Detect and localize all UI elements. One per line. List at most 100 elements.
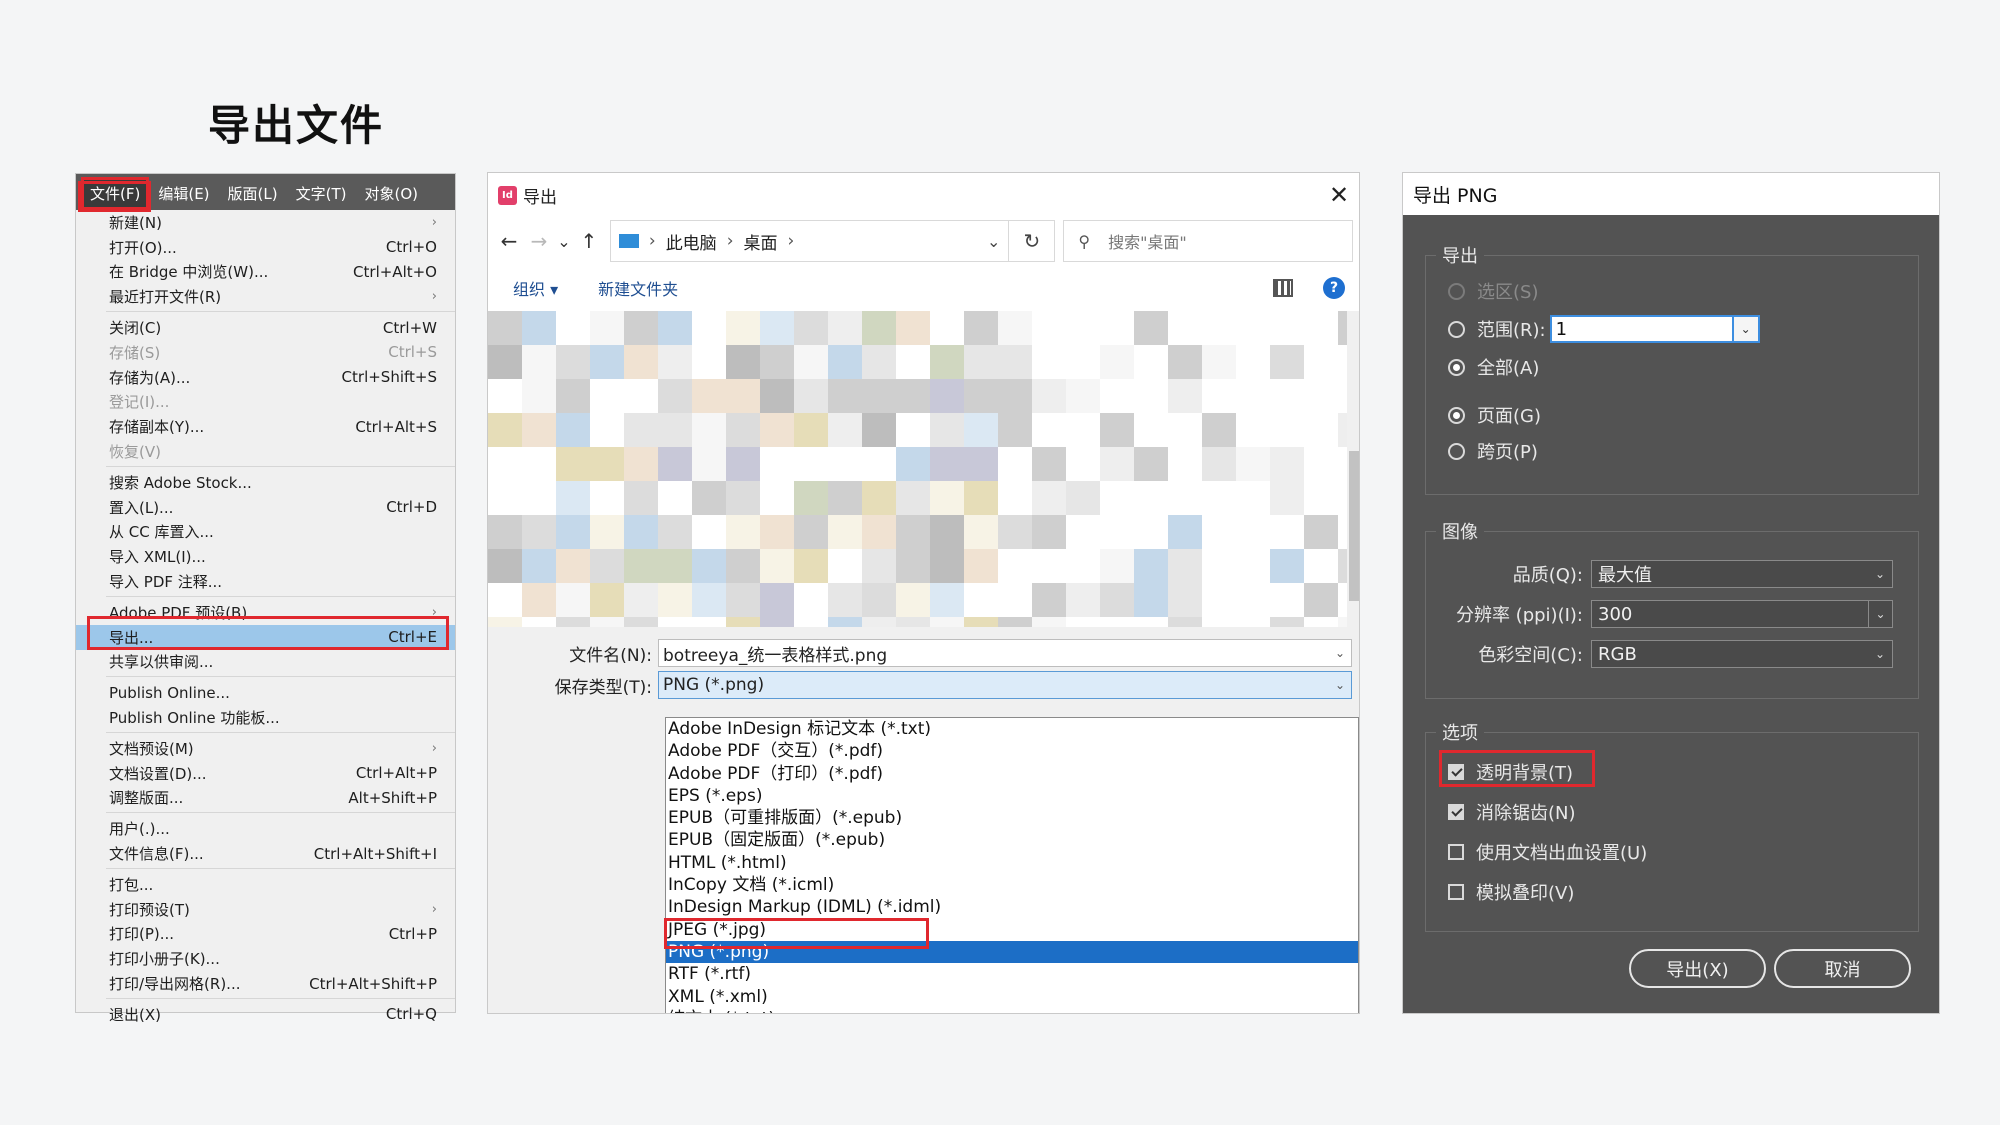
save-type-option[interactable]: JPEG (*.jpg) [666,919,1358,941]
menu-item[interactable]: 在 Bridge 中浏览(W)... Ctrl+Alt+O [76,260,455,285]
pages-radio[interactable] [1448,406,1465,424]
range-radio[interactable] [1448,320,1465,338]
use-bleed-row[interactable]: 使用文档出血设置(U) [1448,839,1647,865]
vertical-scrollbar[interactable] [1347,311,1359,627]
menu-item[interactable]: 从 CC 库置入... [76,520,455,545]
save-type-option[interactable]: EPS (*.eps) [666,785,1358,807]
menu-item[interactable]: 打印/导出网格(R)... Ctrl+Alt+Shift+P [76,971,455,996]
use-bleed-checkbox[interactable] [1448,844,1464,860]
filename-dropdown-icon[interactable]: ⌄ [1329,646,1351,660]
menubar-item[interactable]: 版面(L) [219,183,287,210]
menu-item[interactable]: 登记(I)... [76,390,455,415]
save-type-option[interactable]: RTF (*.rtf) [666,963,1358,985]
address-bar[interactable]: › 此电脑 › 桌面 › ⌄ [609,220,1010,262]
help-icon[interactable]: ? [1323,277,1345,299]
menu-item[interactable]: 打印预设(T) › [76,897,455,922]
range-dropdown-icon[interactable]: ⌄ [1733,315,1760,343]
spreads-radio-row[interactable]: 跨页(P) [1448,438,1538,464]
quality-select[interactable]: 最大值 ⌄ [1591,560,1893,588]
save-type-option[interactable]: EPUB（可重排版面）(*.epub) [666,807,1358,829]
selection-radio-row[interactable]: 选区(S) [1448,278,1538,304]
menu-item[interactable]: 打印(P)... Ctrl+P [76,922,455,947]
menu-item[interactable]: 置入(L)... Ctrl+D [76,495,455,520]
menu-item[interactable]: 退出(X) Ctrl+Q [76,1002,455,1027]
menubar-item[interactable]: 文字(T) [287,183,356,210]
menu-item[interactable]: Publish Online 功能板... [76,705,455,730]
simulate-overprint-row[interactable]: 模拟叠印(V) [1448,879,1574,905]
save-type-option[interactable]: XML (*.xml) [666,986,1358,1008]
cancel-button[interactable]: 取消 [1774,949,1911,988]
menu-item[interactable]: Adobe PDF 预设(B) › [76,600,455,625]
simulate-overprint-checkbox[interactable] [1448,884,1464,900]
menubar-item[interactable]: 文件(F) [81,177,150,210]
menubar-item[interactable]: 对象(O) [355,183,427,210]
new-folder-button[interactable]: 新建文件夹 [598,276,678,300]
menu-item[interactable]: 导入 PDF 注释... [76,569,455,594]
menu-item[interactable]: 打包... [76,872,455,897]
filename-input[interactable]: botreeya_统一表格样式.png ⌄ [658,639,1352,667]
menu-item[interactable]: 导入 XML(I)... [76,544,455,569]
menu-item[interactable]: 存储(S) Ctrl+S [76,340,455,365]
recent-locations-chevron-icon[interactable]: ⌄ [554,232,574,251]
menu-item[interactable]: 恢复(V) [76,439,455,464]
view-options-icon[interactable] [1273,279,1293,297]
colorspace-select[interactable]: RGB ⌄ [1591,640,1893,668]
save-type-option[interactable]: Adobe PDF（打印）(*.pdf) [666,763,1358,785]
save-type-option[interactable]: PNG (*.png) [666,940,1358,964]
menu-item[interactable]: 导出... Ctrl+E [76,624,455,650]
all-radio-row[interactable]: 全部(A) [1448,354,1539,380]
menu-item[interactable]: 调整版面... Alt+Shift+P [76,786,455,811]
spreads-radio[interactable] [1448,442,1465,460]
range-radio-row[interactable]: 范围(R): 1 ⌄ [1448,315,1760,343]
menu-item[interactable]: 存储副本(Y)... Ctrl+Alt+S [76,414,455,439]
menu-item[interactable]: 关闭(C) Ctrl+W [76,315,455,340]
close-icon[interactable]: ✕ [1319,181,1359,209]
antialias-checkbox[interactable] [1448,804,1464,820]
pages-radio-row[interactable]: 页面(G) [1448,402,1541,428]
menu-item[interactable]: 搜索 Adobe Stock... [76,470,455,495]
scrollbar-thumb[interactable] [1349,451,1359,601]
menu-item[interactable]: 文件信息(F)... Ctrl+Alt+Shift+I [76,841,455,866]
menu-item-label: 存储(S) [109,343,161,362]
search-input[interactable]: ⚲ 搜索"桌面" [1063,220,1353,262]
save-type-dropdown-icon[interactable]: ⌄ [1329,678,1351,692]
menu-item[interactable]: 共享以供审阅... [76,650,455,675]
save-type-option[interactable]: InDesign Markup (IDML) (*.idml) [666,896,1358,918]
menu-item[interactable]: Publish Online... [76,680,455,705]
save-type-option[interactable]: 纯文本 (*.txt) [666,1008,1358,1013]
menu-item[interactable]: 打印小册子(K)... [76,946,455,971]
menu-item[interactable]: 新建(N) › [76,210,455,235]
transparent-bg-row[interactable]: 透明背景(T) [1448,759,1573,785]
menu-item[interactable]: 用户(.)... [76,816,455,841]
menu-item[interactable]: 存储为(A)... Ctrl+Shift+S [76,365,455,390]
file-list-area[interactable] [488,311,1359,627]
all-radio[interactable] [1448,358,1465,376]
antialias-row[interactable]: 消除锯齿(N) [1448,799,1576,825]
selection-radio[interactable] [1448,282,1465,300]
back-arrow-icon[interactable]: ← [494,229,524,253]
export-button[interactable]: 导出(X) [1629,949,1766,988]
breadcrumb-this-pc[interactable]: 此电脑 [666,229,717,254]
save-type-select[interactable]: PNG (*.png) ⌄ [658,671,1352,699]
organize-button[interactable]: 组织 ▾ [513,276,558,300]
up-arrow-icon[interactable]: ↑ [574,229,604,253]
thumbnail-tile [1066,447,1100,481]
save-type-option[interactable]: HTML (*.html) [666,852,1358,874]
menu-item[interactable]: 打开(O)... Ctrl+O [76,235,455,260]
resolution-dropdown-icon[interactable]: ⌄ [1868,601,1892,627]
menu-item[interactable]: 最近打开文件(R) › [76,284,455,309]
save-type-option[interactable]: Adobe PDF（交互）(*.pdf) [666,740,1358,762]
transparent-bg-checkbox[interactable] [1448,764,1464,780]
menu-item[interactable]: 文档设置(D)... Ctrl+Alt+P [76,761,455,786]
menubar-item[interactable]: 编辑(E) [149,183,218,210]
menu-item[interactable]: 文档预设(M) › [76,736,455,761]
forward-arrow-icon[interactable]: → [524,229,554,253]
resolution-combo[interactable]: 300 ⌄ [1591,600,1893,628]
save-type-option[interactable]: InCopy 文档 (*.icml) [666,874,1358,896]
save-type-option[interactable]: EPUB（固定版面）(*.epub) [666,829,1358,851]
breadcrumb-desktop[interactable]: 桌面 [744,229,778,254]
address-dropdown-icon[interactable]: ⌄ [987,232,1000,251]
refresh-icon[interactable]: ↻ [1009,220,1056,262]
save-type-option[interactable]: Adobe InDesign 标记文本 (*.txt) [666,718,1358,740]
range-input[interactable]: 1 [1549,315,1734,343]
